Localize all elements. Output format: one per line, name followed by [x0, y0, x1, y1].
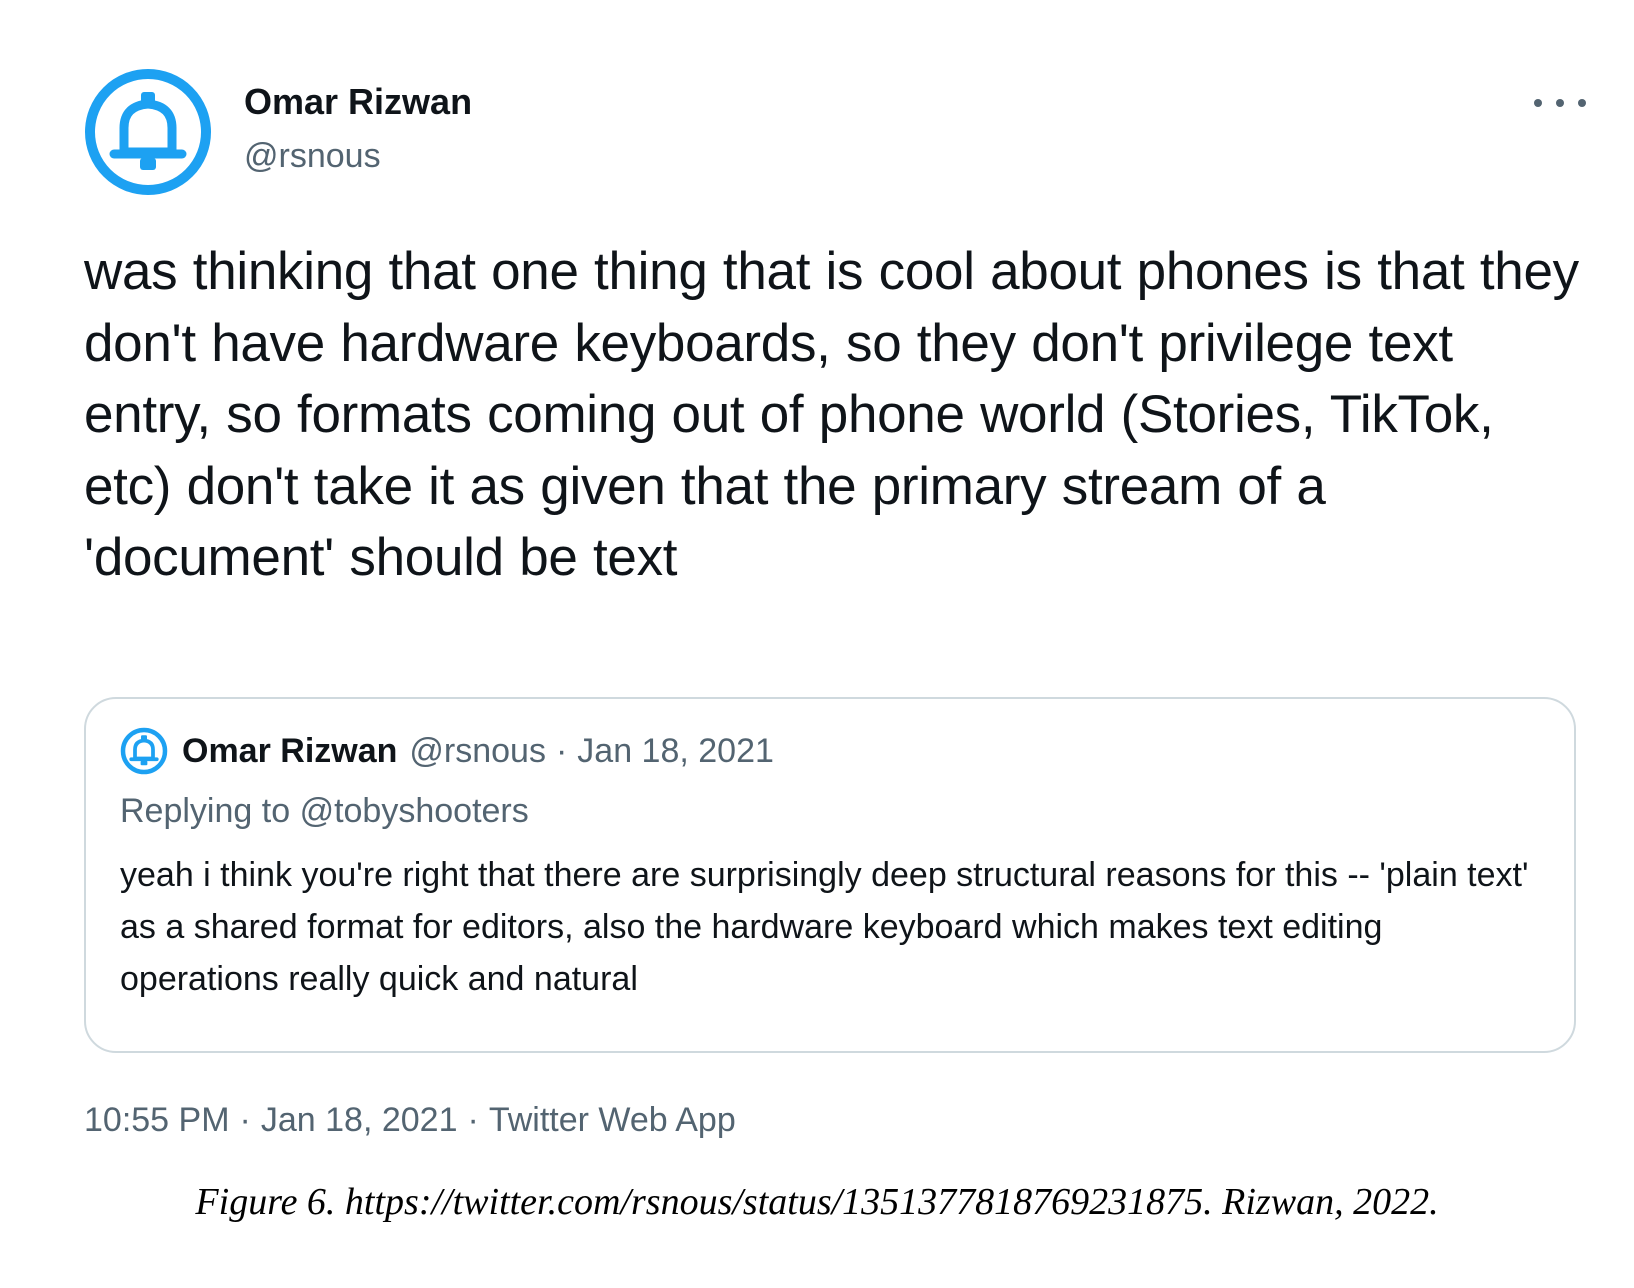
figure-caption: Figure 6. https://twitter.com/rsnous/sta…: [195, 1181, 1439, 1223]
quoted-tweet[interactable]: Omar Rizwan @rsnous · Jan 18, 2021 Reply…: [84, 697, 1576, 1053]
more-dot: [1578, 99, 1586, 107]
author-handle[interactable]: @rsnous: [244, 135, 381, 177]
bell-icon[interactable]: [84, 68, 212, 196]
quoted-author-name[interactable]: Omar Rizwan: [182, 732, 397, 771]
replying-to-mention[interactable]: @tobyshooters: [300, 792, 529, 830]
quoted-tweet-header: Omar Rizwan @rsnous · Jan 18, 2021: [120, 727, 774, 775]
more-dots-icon: [1534, 99, 1542, 107]
tweet-meta: 10:55 PM · Jan 18, 2021 · Twitter Web App: [84, 1098, 736, 1142]
quoted-tweet-text: yeah i think you're right that there are…: [120, 856, 1529, 998]
bell-icon[interactable]: [120, 727, 168, 775]
more-options-button[interactable]: [1534, 88, 1586, 118]
replying-to: Replying to @tobyshooters: [120, 789, 529, 833]
tweet-date[interactable]: Jan 18, 2021: [261, 1101, 458, 1139]
replying-prefix: Replying to: [120, 792, 291, 830]
quoted-date[interactable]: Jan 18, 2021: [577, 732, 774, 771]
tweet-text: was thinking that one thing that is cool…: [84, 242, 1579, 587]
tweet-card: Omar Rizwan @rsnous was thinking that on…: [0, 0, 1634, 1288]
separator-dot: ·: [555, 731, 568, 770]
separator-dot: ·: [467, 1101, 479, 1139]
more-dot: [1556, 99, 1564, 107]
author-name[interactable]: Omar Rizwan: [244, 80, 472, 124]
quoted-author-handle[interactable]: @rsnous: [409, 732, 546, 771]
tweet-source[interactable]: Twitter Web App: [489, 1101, 736, 1139]
tweet-time[interactable]: 10:55 PM: [84, 1101, 230, 1139]
separator-dot: ·: [239, 1101, 251, 1139]
